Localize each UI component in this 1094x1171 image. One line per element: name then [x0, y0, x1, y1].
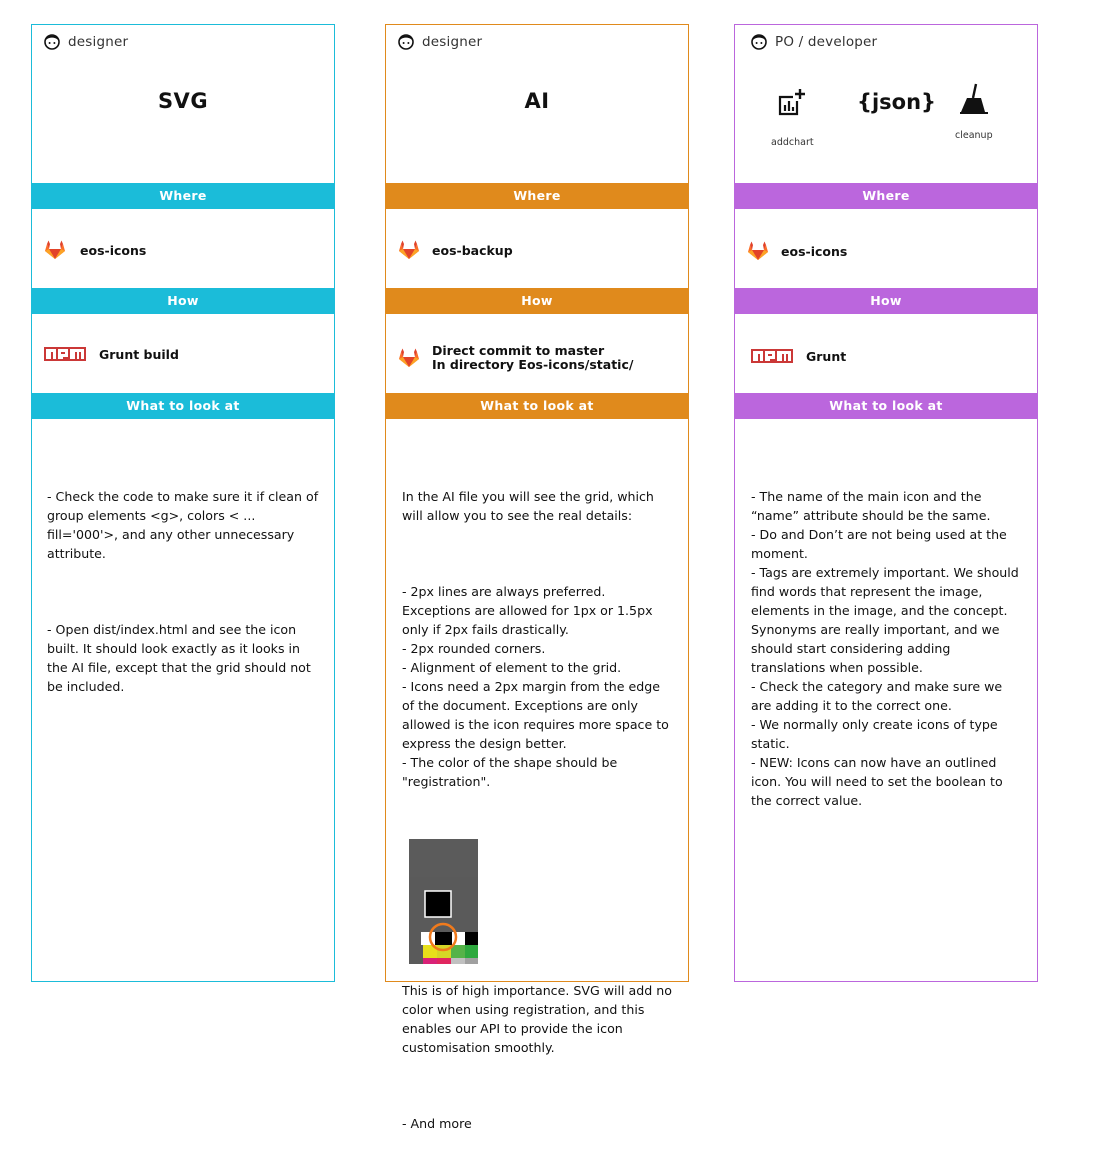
- role-text: designer: [68, 34, 129, 50]
- where-repo: eos-backup: [432, 242, 513, 258]
- look-text: - The name of the main icon and the “nam…: [751, 449, 1025, 848]
- column-po-developer: PO / developer addchart addchart {json} …: [734, 24, 1038, 982]
- look-text: - Check the code to make sure it if clea…: [47, 449, 322, 734]
- where-row: eos-backup: [398, 239, 680, 261]
- where-repo: eos-icons: [781, 243, 848, 259]
- where-repo: eos-icons: [80, 242, 147, 258]
- look-paragraph: In the AI file you will see the grid, wh…: [402, 489, 658, 523]
- json-icon: {json}: [857, 90, 936, 114]
- gitlab-icon: [399, 240, 419, 259]
- face-icon: [44, 34, 60, 50]
- icon-label: addchart: [771, 137, 814, 148]
- column-title: SVG: [157, 89, 209, 113]
- cleanup-icon: cleanup: [955, 82, 993, 141]
- icon-label: cleanup: [955, 130, 993, 141]
- face-icon: [751, 34, 767, 50]
- look-paragraph: - And more: [402, 1116, 472, 1131]
- how-text: Grunt build: [99, 346, 179, 362]
- gitlab-icon: [399, 348, 419, 367]
- look-paragraph: - The name of the main icon and the “nam…: [751, 489, 1019, 808]
- how-row: Direct commit to master In directory Eos…: [398, 344, 680, 372]
- face-icon: [398, 34, 414, 50]
- where-header: Where: [32, 183, 334, 209]
- how-text: Grunt: [806, 348, 847, 364]
- where-row: eos-icons: [44, 239, 326, 261]
- registration-swatch-image: [409, 839, 478, 964]
- look-header: What to look at: [386, 393, 688, 419]
- column-title: AI: [524, 89, 550, 113]
- registration-swatch-graphic: [409, 877, 478, 964]
- gitlab-icon: [45, 240, 65, 259]
- role-text: PO / developer: [775, 34, 878, 50]
- look-text: In the AI file you will see the grid, wh…: [402, 449, 676, 1171]
- how-text-line: Direct commit to master: [432, 343, 605, 358]
- npm-icon: [44, 347, 86, 361]
- look-paragraph: - Check the code to make sure it if clea…: [47, 489, 323, 561]
- cleanup-icon-graphic: [959, 83, 988, 114]
- how-row: Grunt build: [44, 341, 326, 367]
- where-row: eos-icons: [747, 240, 1029, 262]
- look-header: What to look at: [32, 393, 334, 419]
- npm-icon: [751, 349, 793, 363]
- role-label: designer: [398, 33, 482, 51]
- column-svg: designer SVG Where eos-icons How Grunt b…: [31, 24, 335, 982]
- look-paragraph: - Open dist/index.html and see the icon …: [47, 622, 315, 694]
- look-header: What to look at: [735, 393, 1037, 419]
- addchart-icon-graphic: [779, 89, 806, 116]
- look-paragraph: This is of high importance. SVG will add…: [402, 983, 676, 1055]
- where-header: Where: [386, 183, 688, 209]
- column-ai: designer AI Where eos-backup How Direct …: [385, 24, 689, 1131]
- how-row: Grunt: [751, 343, 1029, 369]
- gitlab-icon: [748, 241, 768, 260]
- how-header: How: [386, 288, 688, 314]
- role-text: designer: [422, 34, 483, 50]
- addchart-icon: addchart addchart: [771, 87, 814, 148]
- look-paragraph: - 2px lines are always preferred. Except…: [402, 584, 669, 789]
- how-header: How: [32, 288, 334, 314]
- role-label: PO / developer: [751, 33, 877, 51]
- where-header: Where: [735, 183, 1037, 209]
- role-label: designer: [44, 33, 128, 51]
- how-text-line: In directory Eos-icons/static/: [432, 357, 634, 372]
- how-header: How: [735, 288, 1037, 314]
- how-text: Direct commit to master In directory Eos…: [432, 344, 633, 372]
